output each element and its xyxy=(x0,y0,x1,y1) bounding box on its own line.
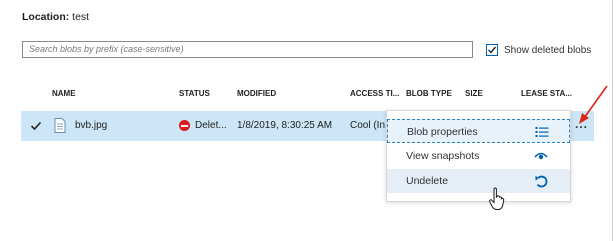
show-deleted-checkbox[interactable] xyxy=(486,44,498,56)
location-value: test xyxy=(72,11,90,23)
blob-name[interactable]: bvb.jpg xyxy=(75,120,107,131)
blob-explorer-panel: Location: test Search blobs by prefix (c… xyxy=(0,0,613,241)
column-access-tier[interactable]: ACCESS TI... xyxy=(350,89,399,98)
context-menu: Blob properties View snapshots Undelete xyxy=(386,110,571,202)
column-status[interactable]: STATUS xyxy=(179,89,210,98)
undo-icon xyxy=(535,175,548,188)
menu-item-blob-properties[interactable]: Blob properties xyxy=(387,119,570,143)
column-modified[interactable]: MODIFIED xyxy=(237,89,276,98)
eye-icon xyxy=(534,152,548,160)
row-checkmark-icon[interactable] xyxy=(30,120,42,132)
hand-cursor-icon xyxy=(489,187,505,210)
location-text: Location: test xyxy=(22,11,89,23)
blob-access-tier: Cool (In xyxy=(350,120,386,131)
file-icon xyxy=(54,118,66,133)
menu-item-undelete[interactable]: Undelete xyxy=(387,169,570,193)
menu-item-view-snapshots[interactable]: View snapshots xyxy=(387,144,570,168)
blob-modified: 1/8/2019, 8:30:25 AM xyxy=(237,120,333,131)
column-size[interactable]: SIZE xyxy=(465,89,483,98)
show-deleted-toggle[interactable]: Show deleted blobs xyxy=(486,44,591,56)
deleted-status-icon xyxy=(179,120,190,131)
list-icon xyxy=(535,127,549,137)
search-input[interactable]: Search blobs by prefix (case-sensitive) xyxy=(22,41,473,58)
red-arrow-annotation xyxy=(579,85,608,124)
column-lease-state[interactable]: LEASE STA... xyxy=(521,89,572,98)
location-label: Location: xyxy=(22,11,70,23)
menu-item-label: Blob properties xyxy=(407,126,478,138)
checkmark-icon xyxy=(488,46,497,54)
show-deleted-label: Show deleted blobs xyxy=(504,44,592,56)
column-name[interactable]: NAME xyxy=(52,89,76,98)
column-blob-type[interactable]: BLOB TYPE xyxy=(406,89,452,98)
blob-status: Delet... xyxy=(195,120,227,131)
menu-item-label: View snapshots xyxy=(406,150,480,162)
menu-item-label: Undelete xyxy=(406,175,449,187)
